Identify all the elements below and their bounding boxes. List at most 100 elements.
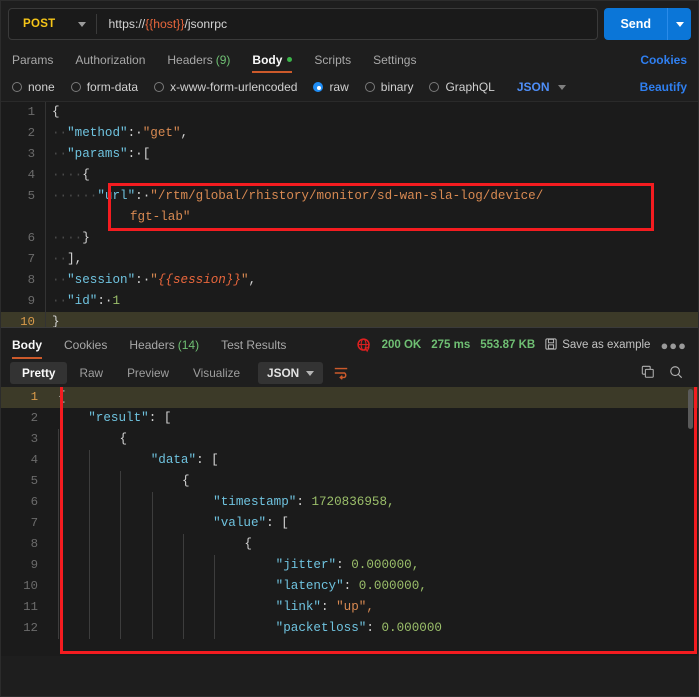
token: {: [244, 537, 252, 551]
tab-body[interactable]: Body: [252, 46, 292, 73]
line-number: 7: [0, 513, 48, 534]
token: {: [119, 432, 127, 446]
token: {: [58, 390, 66, 404]
line-content: ··"session":·"{{session}}",: [45, 270, 699, 291]
line-content: ··"params":·[: [45, 144, 699, 165]
save-as-example-button[interactable]: Save as example: [545, 338, 650, 353]
line-content: ····}: [45, 228, 699, 249]
token: "method": [67, 126, 127, 140]
body-type-none[interactable]: none: [12, 80, 55, 94]
send-button[interactable]: Send: [604, 8, 667, 40]
status-code: 200 OK: [382, 339, 422, 351]
view-tab-visualize[interactable]: Visualize: [181, 362, 252, 384]
code-line: 6 ····}: [0, 228, 699, 249]
line-content: "latency": 0.000000,: [48, 576, 699, 597]
response-view-toolbar: Pretty Raw Preview Visualize JSON: [0, 359, 699, 387]
token: 1720836958,: [311, 495, 394, 509]
wrap-lines-icon[interactable]: [333, 365, 349, 381]
token: {: [52, 105, 60, 119]
line-content: "link": "up",: [48, 597, 699, 618]
search-icon[interactable]: [669, 365, 683, 382]
http-method-select[interactable]: POST: [9, 9, 96, 39]
tab-label: Headers: [129, 338, 174, 352]
tab-scripts[interactable]: Scripts: [314, 46, 351, 73]
code-line: 5 ······"url":·"/rtm/global/rhistory/mon…: [0, 186, 699, 228]
response-format-select[interactable]: JSON: [258, 362, 323, 384]
line-content: {: [48, 387, 699, 408]
radio-label: binary: [381, 80, 414, 94]
body-type-row: none form-data x-www-form-urlencoded raw…: [0, 73, 699, 101]
line-content: {: [48, 429, 699, 450]
code-line: 9 "jitter": 0.000000,: [0, 555, 699, 576]
view-tab-preview[interactable]: Preview: [115, 362, 181, 384]
line-content: "packetloss": 0.000000: [48, 618, 699, 639]
headers-count: (9): [216, 53, 231, 67]
tab-label: Authorization: [75, 53, 145, 67]
response-tab-cookies[interactable]: Cookies: [64, 331, 107, 359]
body-type-form-data[interactable]: form-data: [71, 80, 138, 94]
chevron-down-icon: [676, 22, 684, 27]
line-number: 3: [0, 429, 48, 450]
body-language-select[interactable]: JSON: [517, 80, 566, 94]
line-number: 10: [0, 576, 48, 597]
line-content: }: [45, 312, 699, 327]
code-line: 3 {: [0, 429, 699, 450]
line-number: 5: [0, 186, 45, 207]
token: "value": [213, 516, 266, 530]
save-as-example-label: Save as example: [562, 339, 650, 351]
chevron-down-icon: [78, 22, 86, 27]
tab-label: Cookies: [64, 338, 107, 352]
url-input[interactable]: https://{{host}}/jsonrpc: [97, 17, 598, 31]
send-options-button[interactable]: [667, 8, 691, 40]
response-tab-test-results[interactable]: Test Results: [221, 331, 286, 359]
more-options-icon[interactable]: ●●●: [660, 338, 687, 353]
response-body-editor[interactable]: 1 { 2 "result": [ 3 { 4 "data": [ 5 { 6 …: [0, 387, 699, 656]
beautify-link[interactable]: Beautify: [640, 80, 687, 94]
code-line: 4 "data": [: [0, 450, 699, 471]
url-variable: {{host}}: [145, 17, 184, 31]
chevron-down-icon: [558, 85, 566, 90]
body-type-binary[interactable]: binary: [365, 80, 414, 94]
response-tab-headers[interactable]: Headers(14): [129, 331, 199, 359]
token: {: [182, 474, 190, 488]
line-content: {: [45, 102, 699, 123]
token: "timestamp": [213, 495, 296, 509]
tab-headers[interactable]: Headers(9): [167, 46, 230, 73]
token: "id": [67, 294, 97, 308]
code-line: 7 "value": [: [0, 513, 699, 534]
radio-label: GraphQL: [445, 80, 494, 94]
http-method-label: POST: [23, 18, 56, 30]
url-input-container[interactable]: POST https://{{host}}/jsonrpc: [8, 8, 598, 40]
url-prefix: https://: [109, 17, 146, 31]
line-number: 2: [0, 408, 48, 429]
token-variable: {{session}}: [158, 273, 241, 287]
body-type-urlencoded[interactable]: x-www-form-urlencoded: [154, 80, 297, 94]
token: fgt-lab": [52, 210, 190, 224]
radio-icon: [71, 82, 81, 92]
code-line-active: 10 }: [0, 312, 699, 327]
body-type-raw[interactable]: raw: [313, 80, 348, 94]
token: 0.000000,: [351, 558, 419, 572]
request-body-editor[interactable]: 1 { 2 ··"method":·"get", 3 ··"params":·[…: [0, 101, 699, 327]
code-line: 8 {: [0, 534, 699, 555]
radio-label: none: [28, 80, 55, 94]
body-type-graphql[interactable]: GraphQL: [429, 80, 494, 94]
tab-params[interactable]: Params: [12, 46, 53, 73]
response-size: 553.87 KB: [480, 339, 535, 351]
view-tab-raw[interactable]: Raw: [67, 362, 115, 384]
copy-icon[interactable]: [641, 365, 655, 382]
tab-authorization[interactable]: Authorization: [75, 46, 145, 73]
response-tab-body[interactable]: Body: [12, 331, 42, 359]
network-warning-globe-icon[interactable]: [357, 338, 372, 353]
line-content: "timestamp": 1720836958,: [48, 492, 699, 513]
view-tab-pretty[interactable]: Pretty: [10, 362, 67, 384]
token: "session": [67, 273, 135, 287]
token: "params": [67, 147, 127, 161]
cookies-link[interactable]: Cookies: [640, 53, 687, 67]
code-line: 9 ··"id":·1: [0, 291, 699, 312]
response-scrollbar[interactable]: [688, 389, 693, 429]
radio-label: x-www-form-urlencoded: [170, 80, 297, 94]
tab-settings[interactable]: Settings: [373, 46, 416, 73]
send-button-group: Send: [604, 8, 691, 40]
line-content: ··"method":·"get",: [45, 123, 699, 144]
